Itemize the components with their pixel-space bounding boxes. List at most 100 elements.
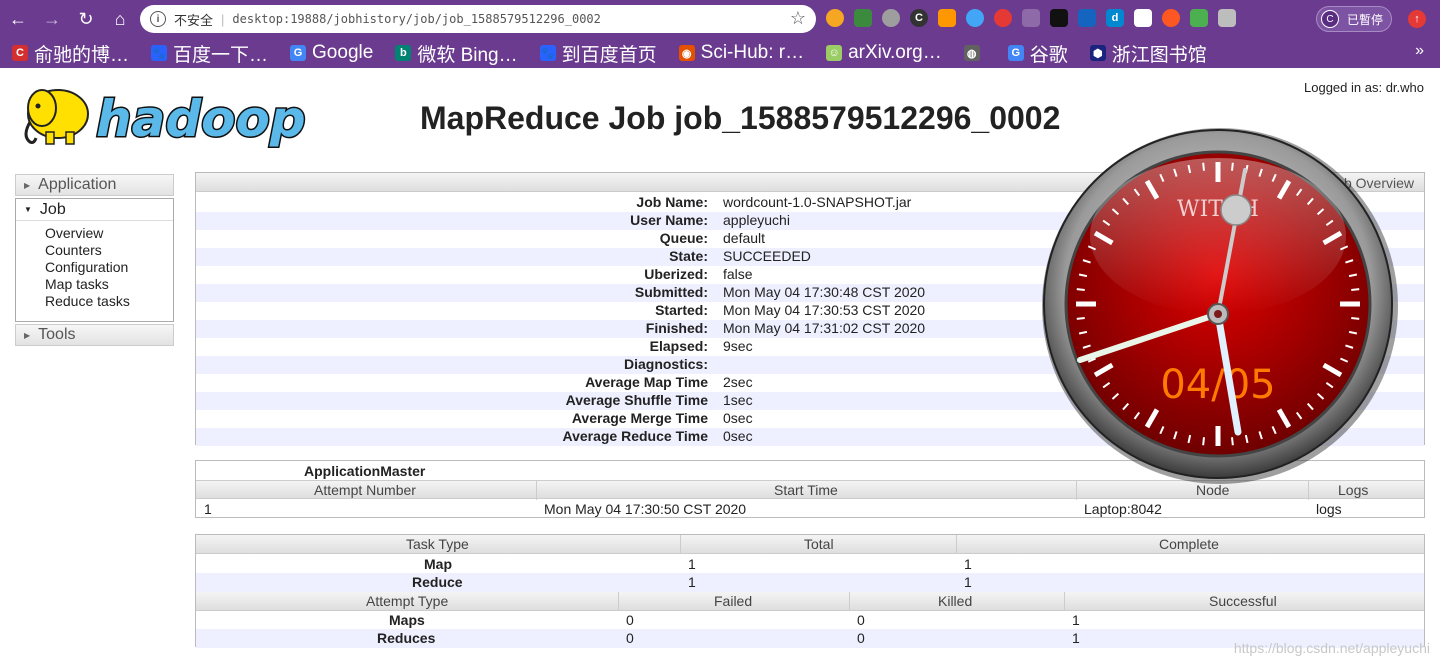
failed-link[interactable]: 0 [626, 612, 634, 628]
address-bar[interactable]: i 不安全 | desktop:19888/jobhistory/job/job… [140, 5, 816, 33]
logs-link[interactable]: logs [1316, 501, 1342, 517]
column-header: Task Type [406, 536, 469, 552]
bookmark-item[interactable]: 🐾 百度一下… [151, 40, 268, 67]
bookmark-item[interactable]: G Google [290, 42, 373, 64]
sidebar-application[interactable]: ▶ Application [15, 174, 174, 196]
table-row: Maps 0 0 1 [196, 611, 1424, 630]
overview-key: Average Merge Time [571, 410, 708, 426]
bookmark-label: 浙江图书馆 [1111, 44, 1207, 66]
overview-value: Mon May 04 17:31:02 CST 2020 [723, 320, 926, 336]
bookmark-favicon-icon: G [1007, 45, 1024, 61]
sidebar-item-overview[interactable]: Overview [45, 225, 173, 242]
url-text[interactable]: desktop:19888/jobhistory/job/job_1588579… [232, 12, 600, 26]
forward-icon[interactable]: → [36, 3, 68, 35]
bookmark-favicon-icon: 🐾 [151, 45, 168, 61]
overview-value: 9sec [723, 338, 753, 354]
home-icon[interactable]: ⌂ [104, 3, 136, 35]
table-row: 1 Mon May 04 17:30:50 CST 2020 Laptop:80… [196, 500, 1424, 518]
extension-icon[interactable] [1162, 9, 1180, 27]
overview-key: Average Shuffle Time [565, 392, 708, 408]
column-header[interactable]: Start Time [774, 482, 838, 498]
successful-link[interactable]: 1 [1072, 630, 1080, 646]
separator: | [221, 11, 225, 27]
total-link[interactable]: 1 [688, 556, 696, 572]
bookmark-label: 到百度首页 [561, 44, 657, 66]
sidebar-item-map-tasks[interactable]: Map tasks [45, 276, 173, 293]
overview-value: SUCCEEDED [723, 248, 811, 264]
bookmark-item[interactable]: ☺ arXiv.org… [826, 42, 942, 64]
successful-link[interactable]: 1 [1072, 612, 1080, 628]
sidebar-tools[interactable]: ▶ Tools [15, 324, 174, 346]
extension-icon[interactable] [1050, 9, 1068, 27]
overview-key: Submitted: [634, 284, 708, 300]
table-header: Attempt Type Failed Killed Successful [196, 592, 1424, 611]
overview-key: State: [669, 248, 708, 264]
info-icon[interactable]: i [150, 11, 166, 27]
failed-link[interactable]: 0 [626, 630, 634, 646]
extension-icon[interactable] [882, 9, 900, 27]
overview-value: appleyuchi [723, 212, 790, 228]
bookmark-item[interactable]: 🐾 到百度首页 [539, 40, 657, 67]
table-row: Reduce 1 1 [196, 573, 1424, 592]
sidebar-item-reduce-tasks[interactable]: Reduce tasks [45, 293, 173, 310]
attempt-type: Reduces [377, 630, 436, 646]
page-title: MapReduce Job job_1588579512296_0002 [420, 100, 1061, 136]
clock-minute-tick [1351, 288, 1360, 291]
reload-icon[interactable]: ↻ [70, 3, 102, 35]
bookmark-favicon-icon: ⬢ [1089, 45, 1106, 61]
killed-link[interactable]: 0 [857, 630, 865, 646]
killed-link[interactable]: 0 [857, 612, 865, 628]
sidebar-item-counters[interactable]: Counters [45, 242, 173, 259]
extension-icon[interactable] [1078, 9, 1096, 27]
clock-widget[interactable]: WITCH 04/05 [1040, 124, 1400, 488]
task-type-link[interactable]: Reduce [412, 574, 463, 590]
overview-value: Mon May 04 17:30:48 CST 2020 [723, 284, 926, 300]
task-type-link[interactable]: Map [424, 556, 452, 572]
logged-in-label: Logged in as: dr.who [1304, 80, 1424, 95]
hadoop-logo: hadoop [24, 89, 307, 150]
bookmark-item[interactable]: G 谷歌 [1007, 40, 1068, 67]
extension-icon[interactable] [966, 9, 984, 27]
clock-date: 04/05 [1160, 362, 1275, 408]
extension-icon[interactable]: d [1106, 9, 1124, 27]
clock-second-counterweight [1220, 194, 1252, 226]
bookmark-label: Sci-Hub: r… [700, 42, 805, 63]
extension-icon[interactable] [1022, 9, 1040, 27]
node-link[interactable]: Laptop:8042 [1084, 501, 1162, 517]
collapsed-triangle-icon: ▶ [24, 180, 31, 190]
sidebar-job[interactable]: ▼ Job [16, 199, 173, 221]
complete-link[interactable]: 1 [964, 556, 972, 572]
extension-icon[interactable] [938, 9, 956, 27]
back-icon[interactable]: ← [2, 3, 34, 35]
overview-key: Finished: [645, 320, 708, 336]
overview-value: 0sec [723, 428, 753, 444]
extension-icon[interactable] [1190, 9, 1208, 27]
bookmark-item[interactable]: ◉ Sci-Hub: r… [678, 42, 805, 64]
extension-icon[interactable]: C [910, 9, 928, 27]
extension-icon[interactable] [1218, 9, 1236, 27]
extension-icon[interactable] [854, 9, 872, 27]
bookmark-item[interactable]: C 俞驰的博… [12, 40, 129, 67]
column-header[interactable]: Attempt Number [314, 482, 416, 498]
bookmark-item[interactable]: ⬢ 浙江图书馆 [1089, 40, 1207, 67]
column-header: Killed [938, 593, 973, 609]
overview-key: Elapsed: [649, 338, 708, 354]
bookmarks-overflow-icon[interactable]: » [1415, 42, 1424, 60]
attempt-number: 1 [204, 501, 212, 517]
bookmark-item[interactable]: b 微软 Bing… [395, 40, 518, 67]
bookmark-star-icon[interactable]: ☆ [790, 8, 806, 29]
extension-icon[interactable] [826, 9, 844, 27]
extension-icon[interactable] [1134, 9, 1152, 27]
sidebar-job-label: Job [39, 200, 66, 218]
sidebar-item-configuration[interactable]: Configuration [45, 259, 173, 276]
column-header: Attempt Type [366, 593, 449, 609]
bookmark-item[interactable]: ◍ [963, 45, 986, 61]
expanded-triangle-icon: ▼ [24, 205, 32, 214]
extension-icon[interactable] [994, 9, 1012, 27]
total-link[interactable]: 1 [688, 574, 696, 590]
overview-value: default [723, 230, 766, 246]
bookmark-favicon-icon: ◉ [678, 45, 695, 61]
update-icon[interactable]: ↑ [1408, 10, 1426, 28]
complete-link[interactable]: 1 [964, 574, 972, 590]
profile-button[interactable]: C 已暫停 [1316, 6, 1393, 32]
